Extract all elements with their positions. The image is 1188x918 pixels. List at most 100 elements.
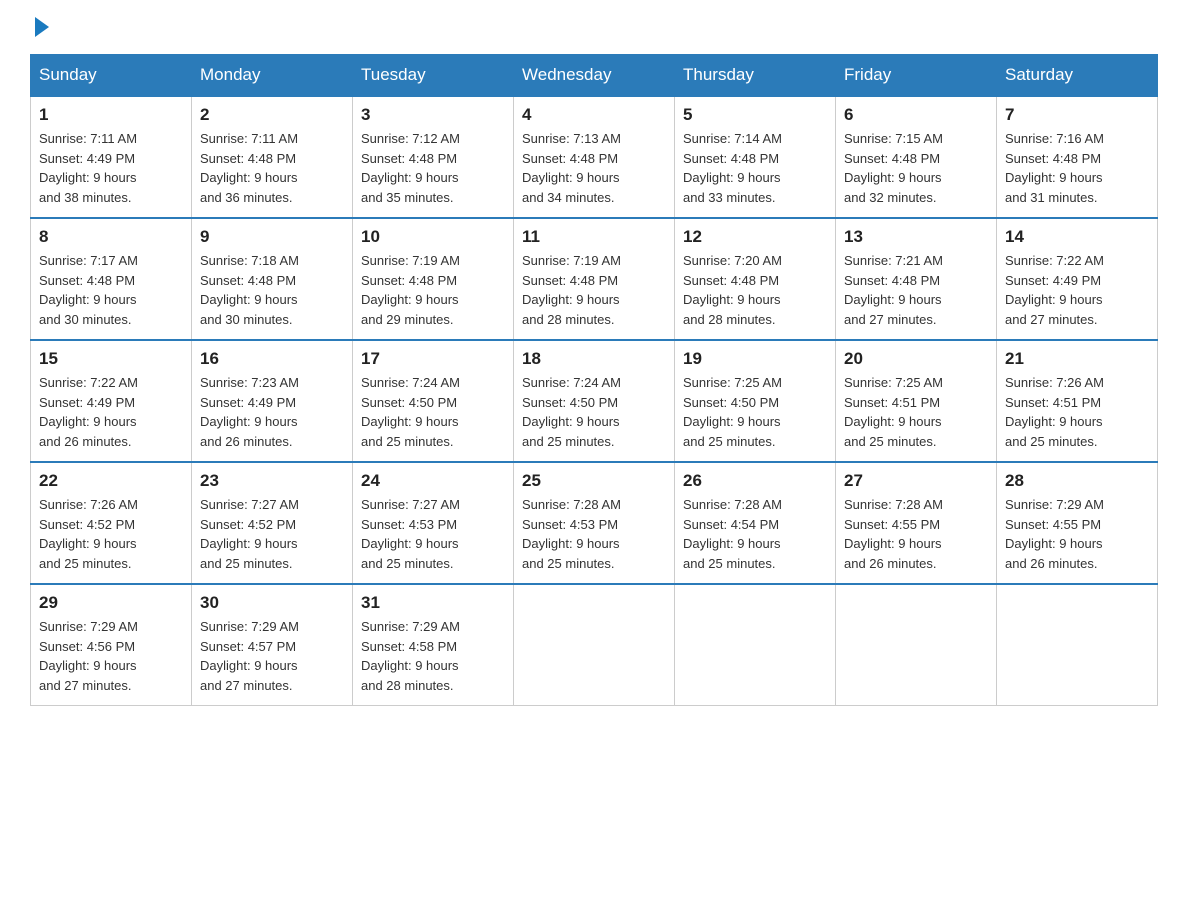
- day-info: Sunrise: 7:28 AMSunset: 4:54 PMDaylight:…: [683, 497, 782, 571]
- calendar-cell: 28 Sunrise: 7:29 AMSunset: 4:55 PMDaylig…: [997, 462, 1158, 584]
- day-info: Sunrise: 7:27 AMSunset: 4:53 PMDaylight:…: [361, 497, 460, 571]
- day-info: Sunrise: 7:29 AMSunset: 4:56 PMDaylight:…: [39, 619, 138, 693]
- weekday-header: Tuesday: [353, 55, 514, 97]
- logo-triangle-icon: [35, 17, 49, 37]
- calendar-cell: 9 Sunrise: 7:18 AMSunset: 4:48 PMDayligh…: [192, 218, 353, 340]
- day-number: 24: [361, 471, 505, 491]
- calendar-cell: [997, 584, 1158, 706]
- day-number: 1: [39, 105, 183, 125]
- day-info: Sunrise: 7:20 AMSunset: 4:48 PMDaylight:…: [683, 253, 782, 327]
- calendar-cell: 30 Sunrise: 7:29 AMSunset: 4:57 PMDaylig…: [192, 584, 353, 706]
- day-number: 13: [844, 227, 988, 247]
- day-number: 22: [39, 471, 183, 491]
- day-number: 3: [361, 105, 505, 125]
- day-info: Sunrise: 7:24 AMSunset: 4:50 PMDaylight:…: [522, 375, 621, 449]
- calendar-cell: 10 Sunrise: 7:19 AMSunset: 4:48 PMDaylig…: [353, 218, 514, 340]
- day-number: 29: [39, 593, 183, 613]
- day-number: 28: [1005, 471, 1149, 491]
- day-number: 26: [683, 471, 827, 491]
- day-info: Sunrise: 7:29 AMSunset: 4:58 PMDaylight:…: [361, 619, 460, 693]
- day-info: Sunrise: 7:28 AMSunset: 4:55 PMDaylight:…: [844, 497, 943, 571]
- calendar-cell: 19 Sunrise: 7:25 AMSunset: 4:50 PMDaylig…: [675, 340, 836, 462]
- day-number: 25: [522, 471, 666, 491]
- day-info: Sunrise: 7:11 AMSunset: 4:48 PMDaylight:…: [200, 131, 298, 205]
- calendar-cell: 4 Sunrise: 7:13 AMSunset: 4:48 PMDayligh…: [514, 96, 675, 218]
- calendar-cell: 29 Sunrise: 7:29 AMSunset: 4:56 PMDaylig…: [31, 584, 192, 706]
- day-number: 12: [683, 227, 827, 247]
- day-info: Sunrise: 7:28 AMSunset: 4:53 PMDaylight:…: [522, 497, 621, 571]
- calendar-cell: 1 Sunrise: 7:11 AMSunset: 4:49 PMDayligh…: [31, 96, 192, 218]
- calendar-cell: 11 Sunrise: 7:19 AMSunset: 4:48 PMDaylig…: [514, 218, 675, 340]
- calendar-cell: 21 Sunrise: 7:26 AMSunset: 4:51 PMDaylig…: [997, 340, 1158, 462]
- day-info: Sunrise: 7:14 AMSunset: 4:48 PMDaylight:…: [683, 131, 782, 205]
- day-info: Sunrise: 7:29 AMSunset: 4:57 PMDaylight:…: [200, 619, 299, 693]
- day-number: 14: [1005, 227, 1149, 247]
- day-info: Sunrise: 7:16 AMSunset: 4:48 PMDaylight:…: [1005, 131, 1104, 205]
- day-number: 11: [522, 227, 666, 247]
- day-number: 8: [39, 227, 183, 247]
- day-info: Sunrise: 7:23 AMSunset: 4:49 PMDaylight:…: [200, 375, 299, 449]
- calendar-cell: 6 Sunrise: 7:15 AMSunset: 4:48 PMDayligh…: [836, 96, 997, 218]
- calendar-cell: 8 Sunrise: 7:17 AMSunset: 4:48 PMDayligh…: [31, 218, 192, 340]
- calendar-cell: [514, 584, 675, 706]
- calendar-cell: 31 Sunrise: 7:29 AMSunset: 4:58 PMDaylig…: [353, 584, 514, 706]
- day-info: Sunrise: 7:22 AMSunset: 4:49 PMDaylight:…: [1005, 253, 1104, 327]
- day-info: Sunrise: 7:22 AMSunset: 4:49 PMDaylight:…: [39, 375, 138, 449]
- day-info: Sunrise: 7:17 AMSunset: 4:48 PMDaylight:…: [39, 253, 138, 327]
- day-info: Sunrise: 7:25 AMSunset: 4:50 PMDaylight:…: [683, 375, 782, 449]
- day-number: 20: [844, 349, 988, 369]
- day-info: Sunrise: 7:26 AMSunset: 4:51 PMDaylight:…: [1005, 375, 1104, 449]
- calendar-cell: 15 Sunrise: 7:22 AMSunset: 4:49 PMDaylig…: [31, 340, 192, 462]
- calendar-cell: 13 Sunrise: 7:21 AMSunset: 4:48 PMDaylig…: [836, 218, 997, 340]
- day-number: 4: [522, 105, 666, 125]
- calendar-cell: 3 Sunrise: 7:12 AMSunset: 4:48 PMDayligh…: [353, 96, 514, 218]
- day-number: 15: [39, 349, 183, 369]
- logo: [30, 20, 52, 34]
- calendar-cell: 17 Sunrise: 7:24 AMSunset: 4:50 PMDaylig…: [353, 340, 514, 462]
- day-number: 6: [844, 105, 988, 125]
- calendar-cell: 25 Sunrise: 7:28 AMSunset: 4:53 PMDaylig…: [514, 462, 675, 584]
- day-info: Sunrise: 7:25 AMSunset: 4:51 PMDaylight:…: [844, 375, 943, 449]
- calendar-cell: [675, 584, 836, 706]
- calendar-cell: 14 Sunrise: 7:22 AMSunset: 4:49 PMDaylig…: [997, 218, 1158, 340]
- calendar-cell: 27 Sunrise: 7:28 AMSunset: 4:55 PMDaylig…: [836, 462, 997, 584]
- day-number: 10: [361, 227, 505, 247]
- calendar-cell: 24 Sunrise: 7:27 AMSunset: 4:53 PMDaylig…: [353, 462, 514, 584]
- day-info: Sunrise: 7:12 AMSunset: 4:48 PMDaylight:…: [361, 131, 460, 205]
- day-info: Sunrise: 7:11 AMSunset: 4:49 PMDaylight:…: [39, 131, 137, 205]
- day-info: Sunrise: 7:15 AMSunset: 4:48 PMDaylight:…: [844, 131, 943, 205]
- calendar-cell: 22 Sunrise: 7:26 AMSunset: 4:52 PMDaylig…: [31, 462, 192, 584]
- day-number: 9: [200, 227, 344, 247]
- day-number: 21: [1005, 349, 1149, 369]
- day-info: Sunrise: 7:24 AMSunset: 4:50 PMDaylight:…: [361, 375, 460, 449]
- day-info: Sunrise: 7:21 AMSunset: 4:48 PMDaylight:…: [844, 253, 943, 327]
- day-info: Sunrise: 7:19 AMSunset: 4:48 PMDaylight:…: [361, 253, 460, 327]
- calendar-table: SundayMondayTuesdayWednesdayThursdayFrid…: [30, 54, 1158, 706]
- day-number: 7: [1005, 105, 1149, 125]
- day-number: 23: [200, 471, 344, 491]
- calendar-cell: 26 Sunrise: 7:28 AMSunset: 4:54 PMDaylig…: [675, 462, 836, 584]
- day-info: Sunrise: 7:18 AMSunset: 4:48 PMDaylight:…: [200, 253, 299, 327]
- calendar-cell: 16 Sunrise: 7:23 AMSunset: 4:49 PMDaylig…: [192, 340, 353, 462]
- calendar-cell: 18 Sunrise: 7:24 AMSunset: 4:50 PMDaylig…: [514, 340, 675, 462]
- day-number: 16: [200, 349, 344, 369]
- day-info: Sunrise: 7:13 AMSunset: 4:48 PMDaylight:…: [522, 131, 621, 205]
- calendar-cell: 12 Sunrise: 7:20 AMSunset: 4:48 PMDaylig…: [675, 218, 836, 340]
- day-info: Sunrise: 7:26 AMSunset: 4:52 PMDaylight:…: [39, 497, 138, 571]
- weekday-header: Friday: [836, 55, 997, 97]
- page-header: [30, 20, 1158, 34]
- weekday-header: Thursday: [675, 55, 836, 97]
- day-info: Sunrise: 7:29 AMSunset: 4:55 PMDaylight:…: [1005, 497, 1104, 571]
- calendar-cell: 23 Sunrise: 7:27 AMSunset: 4:52 PMDaylig…: [192, 462, 353, 584]
- weekday-header: Saturday: [997, 55, 1158, 97]
- calendar-cell: 20 Sunrise: 7:25 AMSunset: 4:51 PMDaylig…: [836, 340, 997, 462]
- day-number: 31: [361, 593, 505, 613]
- weekday-header: Monday: [192, 55, 353, 97]
- calendar-cell: 5 Sunrise: 7:14 AMSunset: 4:48 PMDayligh…: [675, 96, 836, 218]
- day-number: 17: [361, 349, 505, 369]
- day-number: 5: [683, 105, 827, 125]
- day-info: Sunrise: 7:19 AMSunset: 4:48 PMDaylight:…: [522, 253, 621, 327]
- day-number: 27: [844, 471, 988, 491]
- day-number: 19: [683, 349, 827, 369]
- weekday-header: Wednesday: [514, 55, 675, 97]
